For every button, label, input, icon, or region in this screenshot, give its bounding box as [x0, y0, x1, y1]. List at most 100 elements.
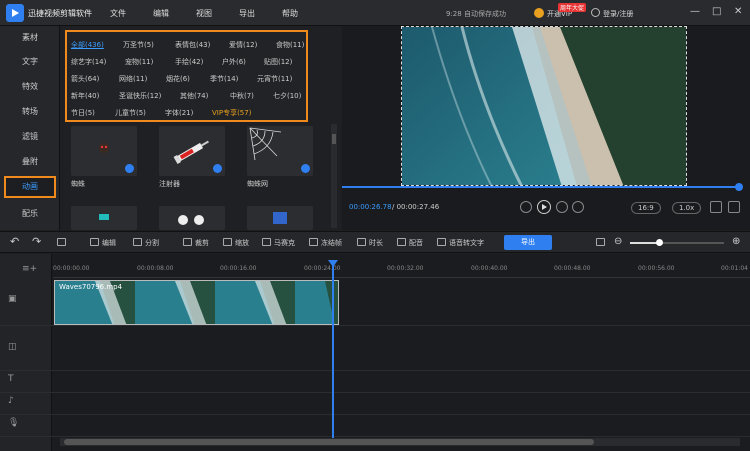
category-tag[interactable]: 手绘(42) — [175, 57, 203, 67]
sidebar-item-music[interactable]: 配乐 — [4, 203, 56, 225]
app-title: 迅捷视频剪辑软件 — [28, 9, 92, 18]
redo-icon[interactable]: ↷ — [32, 235, 41, 248]
category-tag[interactable]: 综艺字(14) — [71, 57, 106, 67]
aspect-ratio-select[interactable]: 16:9 — [631, 202, 661, 214]
category-tag[interactable]: 户外(6) — [222, 57, 246, 67]
download-icon[interactable] — [125, 164, 134, 173]
preview-progress-bar[interactable] — [342, 186, 742, 188]
category-tag[interactable]: 儿童节(5) — [115, 108, 146, 118]
animation-thumb-spiderweb[interactable] — [247, 126, 313, 176]
library-scrollbar[interactable] — [331, 124, 337, 228]
sidebar-item-text[interactable]: 文字 — [4, 51, 56, 73]
login-button[interactable]: 登录/注册 — [603, 9, 633, 19]
zoom-in-icon[interactable]: ⊕ — [732, 236, 740, 247]
category-tag[interactable]: 圣诞快乐(12) — [119, 91, 161, 101]
zoom-slider-knob[interactable] — [656, 239, 663, 246]
download-icon[interactable] — [213, 164, 222, 173]
duration-button[interactable]: 时长 — [357, 238, 383, 248]
speech-to-text-button[interactable]: 语音转文字 — [437, 238, 484, 248]
total-time: / 00:00:27.46 — [392, 203, 440, 211]
next-frame-button[interactable] — [556, 201, 568, 213]
category-tag[interactable]: 表情包(43) — [175, 40, 210, 50]
animation-preview-icon — [273, 212, 287, 224]
item-label: 蜘蛛 — [71, 180, 85, 188]
category-tag[interactable]: 元宵节(11) — [257, 74, 292, 84]
category-tag[interactable]: 七夕(10) — [273, 91, 301, 101]
menu-file[interactable]: 文件 — [110, 8, 126, 19]
undo-icon[interactable]: ↶ — [10, 235, 19, 248]
category-tag[interactable]: 节日(5) — [71, 108, 95, 118]
mosaic-icon — [262, 238, 271, 246]
menu-export[interactable]: 导出 — [239, 8, 255, 19]
split-button[interactable]: 分割 — [133, 238, 159, 248]
timeline-zoom-slider[interactable] — [630, 239, 724, 246]
mosaic-button[interactable]: 马赛克 — [262, 238, 295, 248]
animation-thumb[interactable] — [71, 206, 137, 230]
dub-button[interactable]: 配音 — [397, 238, 423, 248]
freeze-frame-button[interactable]: 冻结帧 — [309, 238, 342, 248]
add-track-icon[interactable]: ≡+ — [22, 264, 37, 274]
category-tag[interactable]: 食物(11) — [276, 40, 304, 50]
category-tag[interactable]: 季节(14) — [210, 74, 238, 84]
animation-thumb[interactable] — [247, 206, 313, 230]
music-track-icon: ♪ — [8, 396, 14, 406]
menu-help[interactable]: 帮助 — [282, 8, 298, 19]
category-tag[interactable]: 新年(40) — [71, 91, 99, 101]
delete-icon[interactable] — [57, 238, 69, 247]
play-button[interactable] — [537, 200, 551, 214]
zoom-out-icon[interactable]: ⊖ — [614, 236, 622, 247]
crop-button[interactable]: 裁剪 — [183, 238, 209, 248]
maximize-button[interactable]: □ — [712, 6, 721, 17]
sidebar-item-overlay[interactable]: 叠附 — [4, 151, 56, 173]
category-sidebar: 素材 文字 特效 转场 滤镜 叠附 动画 配乐 — [0, 26, 60, 230]
playback-speed-select[interactable]: 1.0x — [672, 202, 702, 214]
animation-thumb-spider[interactable] — [71, 126, 137, 176]
category-tag-vip[interactable]: VIP专享(57) — [212, 108, 251, 118]
scrollbar-thumb[interactable] — [332, 134, 336, 144]
stop-button[interactable] — [572, 201, 584, 213]
timeline-scrollbar[interactable] — [60, 438, 740, 446]
video-clip[interactable]: Waves70796.mp4 — [54, 280, 339, 325]
edit-button[interactable]: 编辑 — [90, 238, 116, 248]
category-tag[interactable]: 字体(21) — [165, 108, 193, 118]
timeline-scrollbar-thumb[interactable] — [64, 439, 594, 445]
sidebar-item-animation[interactable]: 动画 — [4, 176, 56, 198]
category-tag[interactable]: 箭头(64) — [71, 74, 99, 84]
track-divider — [0, 436, 750, 437]
playhead[interactable] — [332, 263, 334, 441]
category-tag[interactable]: 网络(11) — [119, 74, 147, 84]
zoom-button[interactable]: 缩放 — [223, 238, 249, 248]
menu-view[interactable]: 视图 — [196, 8, 212, 19]
screenshot-button[interactable] — [710, 201, 722, 213]
animation-thumb[interactable] — [159, 206, 225, 230]
text-track-icon: T — [8, 374, 14, 384]
category-tag[interactable]: 贴图(12) — [264, 57, 292, 67]
category-tag[interactable]: 烟花(6) — [166, 74, 190, 84]
category-tag[interactable]: 其他(74) — [180, 91, 208, 101]
menu-edit[interactable]: 编辑 — [153, 8, 169, 19]
fit-timeline-icon[interactable] — [596, 238, 608, 247]
sidebar-item-effects[interactable]: 特效 — [4, 76, 56, 98]
sidebar-item-transitions[interactable]: 转场 — [4, 101, 56, 123]
sidebar-item-filters[interactable]: 滤镜 — [4, 126, 56, 148]
category-tag[interactable]: 宠物(11) — [125, 57, 153, 67]
timeline-ruler[interactable]: 00:00:00.00 00:00:08.00 00:00:16.00 00:0… — [53, 254, 750, 278]
fullscreen-button[interactable] — [728, 201, 740, 213]
download-icon[interactable] — [301, 164, 310, 173]
export-button[interactable]: 导出 — [504, 235, 552, 250]
category-tag[interactable]: 万圣节(5) — [123, 40, 154, 50]
minimize-button[interactable]: — — [690, 6, 700, 17]
category-tag[interactable]: 中秋(7) — [230, 91, 254, 101]
prev-frame-button[interactable] — [520, 201, 532, 213]
app-logo-icon — [6, 4, 24, 22]
video-preview[interactable] — [401, 26, 687, 186]
user-icon[interactable] — [591, 8, 600, 17]
sidebar-item-materials[interactable]: 素材 — [4, 27, 56, 49]
category-tag[interactable]: 全部(436) — [71, 40, 104, 50]
close-button[interactable]: ✕ — [734, 6, 742, 17]
animation-thumb-syringe[interactable] — [159, 126, 225, 176]
preview-progress-knob[interactable] — [735, 183, 743, 191]
ruler-label: 00:01:04 — [721, 265, 748, 272]
vip-crown-icon[interactable] — [534, 8, 544, 18]
category-tag[interactable]: 爱情(12) — [229, 40, 257, 50]
